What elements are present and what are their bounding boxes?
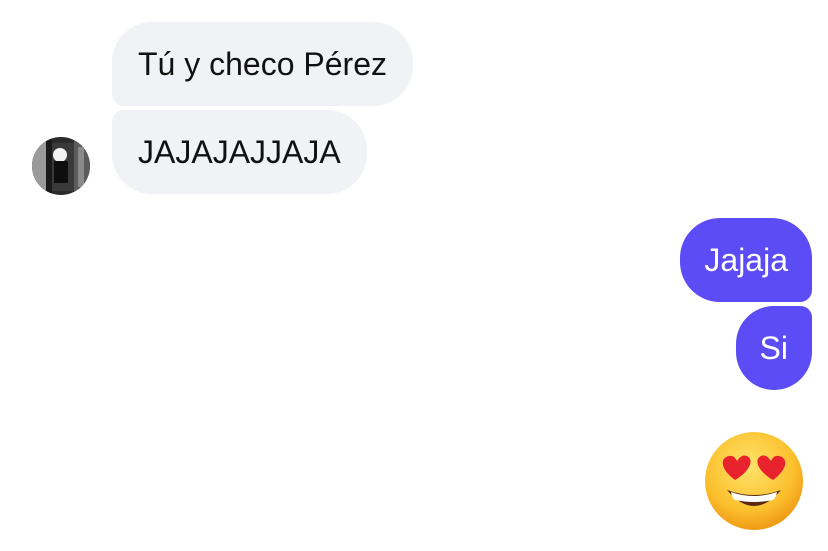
outgoing-message-bubble[interactable]: Jajaja [680,218,812,302]
outgoing-message-bubble[interactable]: Si [735,306,812,390]
incoming-message-bubble[interactable]: Tú y checo Pérez [112,22,413,106]
contact-avatar[interactable] [32,137,90,195]
incoming-message-bubble[interactable]: JAJAJAJJAJA [112,110,367,194]
heart-eyes-emoji-icon[interactable] [703,430,805,532]
smiling-face-with-heart-eyes-icon [705,432,803,530]
avatar-photo-icon [32,137,90,195]
